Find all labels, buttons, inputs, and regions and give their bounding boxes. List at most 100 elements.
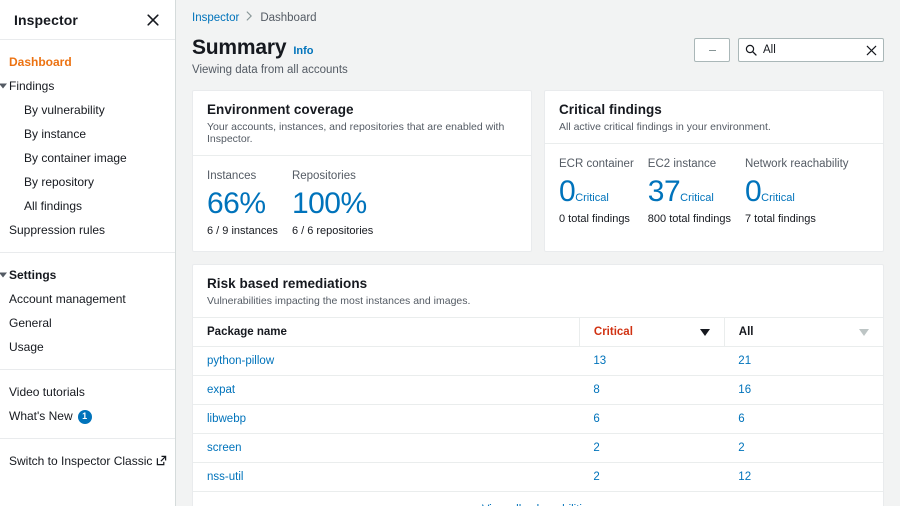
metric-value: 0 Critical xyxy=(745,175,849,210)
cell-all[interactable]: 21 xyxy=(724,346,883,377)
sidebar-nav: Dashboard Findings By vulnerability By i… xyxy=(0,40,175,506)
sidebar-item-findings[interactable]: Findings xyxy=(0,74,175,98)
column-header-all[interactable]: All xyxy=(723,318,883,348)
metric-label: EC2 instance xyxy=(647,158,717,171)
sidebar-item-video-tutorials[interactable]: Video tutorials xyxy=(0,380,175,404)
metric-footer: 6 / 9 instances xyxy=(207,225,278,238)
column-label: Critical xyxy=(593,326,633,339)
card-body: Instances 66% 6 / 9 instances Repositori… xyxy=(193,156,531,251)
sidebar-item-by-repository[interactable]: By repository xyxy=(0,170,175,194)
clear-search-icon[interactable] xyxy=(866,45,877,56)
sidebar-item-dashboard[interactable]: Dashboard xyxy=(0,50,175,74)
sort-descending-icon[interactable] xyxy=(699,328,710,336)
cell-all[interactable]: 6 xyxy=(724,404,883,435)
package-link[interactable]: expat xyxy=(207,384,235,396)
table-row: python-pillow 13 21 xyxy=(193,346,883,377)
table-row: libwebp 6 6 xyxy=(193,404,883,435)
card-critical-findings: Critical findings All active critical fi… xyxy=(544,90,884,253)
breadcrumb-item-dashboard: Dashboard xyxy=(260,11,317,24)
cell-critical[interactable]: 13 xyxy=(579,346,725,377)
minus-icon xyxy=(708,49,716,51)
cell-package-name[interactable]: expat xyxy=(193,375,580,406)
table-footer: View all vulnerabilities xyxy=(193,492,883,506)
metric-number: 0 xyxy=(559,174,576,208)
card-description: All active critical findings in your env… xyxy=(559,121,771,134)
sidebar-item-switch-to-inspector-classic[interactable]: Switch to Inspector Classic xyxy=(0,449,175,473)
cell-package-name[interactable]: python-pillow xyxy=(193,346,580,377)
breadcrumb: Inspector Dashboard xyxy=(192,0,884,24)
search-input[interactable]: All xyxy=(738,38,884,62)
package-link[interactable]: screen xyxy=(207,442,242,454)
metric-label: Network reachability xyxy=(744,158,849,171)
external-link-icon xyxy=(156,454,167,466)
metric-instances: Instances 66% 6 / 9 instances xyxy=(207,170,292,237)
column-header-critical[interactable]: Critical xyxy=(578,318,725,348)
close-icon[interactable] xyxy=(145,12,161,28)
sidebar-item-whats-new[interactable]: What's New 1 xyxy=(0,404,175,428)
cell-critical[interactable]: 8 xyxy=(579,375,725,406)
sidebar-item-by-container-image[interactable]: By container image xyxy=(0,146,175,170)
card-title: Critical findings xyxy=(559,102,662,118)
column-label: Package name xyxy=(207,326,287,339)
chevron-down-icon xyxy=(0,272,7,278)
package-link[interactable]: python-pillow xyxy=(207,355,274,367)
card-environment-coverage: Environment coverage Your accounts, inst… xyxy=(192,90,532,253)
table-body: python-pillow 13 21 expat 8 16 libwebp 6… xyxy=(193,346,883,493)
sidebar-divider-2 xyxy=(0,369,175,370)
sidebar-item-usage[interactable]: Usage xyxy=(0,335,175,359)
metric-value: 0 Critical xyxy=(559,175,634,210)
summary-cards: Environment coverage Your accounts, inst… xyxy=(192,90,884,253)
info-link[interactable]: Info xyxy=(293,45,313,57)
card-title: Environment coverage xyxy=(207,102,354,118)
cell-critical[interactable]: 2 xyxy=(579,433,725,464)
cell-all[interactable]: 16 xyxy=(724,375,883,406)
sidebar-item-by-instance[interactable]: By instance xyxy=(0,122,175,146)
main-content: Inspector Dashboard Summary Info Viewing… xyxy=(176,0,900,506)
metric-label: ECR container xyxy=(559,158,634,171)
table-row: expat 8 16 xyxy=(193,375,883,406)
page-subtitle: Viewing data from all accounts xyxy=(192,64,348,77)
table-header: Risk based remediations Vulnerabilities … xyxy=(193,265,883,319)
sidebar-item-label: Settings xyxy=(9,268,57,282)
metric-value: 100% xyxy=(292,187,373,222)
sidebar-item-settings[interactable]: Settings xyxy=(0,263,175,287)
sidebar-item-suppression-rules[interactable]: Suppression rules xyxy=(0,218,175,242)
metric-number: 37 xyxy=(647,174,681,208)
table-head: Package name Critical All xyxy=(193,318,883,348)
card-header: Critical findings All active critical fi… xyxy=(545,91,883,145)
cell-critical[interactable]: 2 xyxy=(579,462,725,493)
metric-ec2-instance: EC2 instance 37 Critical 800 total findin… xyxy=(648,158,745,225)
cell-package-name[interactable]: screen xyxy=(193,433,580,464)
sidebar-item-label: Switch to Inspector Classic xyxy=(9,454,153,468)
remediations-table: Package name Critical All python-pillow … xyxy=(193,318,883,493)
cell-package-name[interactable]: nss-util xyxy=(193,462,580,493)
table-header-row: Package name Critical All xyxy=(193,318,883,348)
metric-ecr-container: ECR container 0 Critical 0 total findings xyxy=(559,158,648,225)
metric-number: 100% xyxy=(291,186,367,220)
page-header-text: Summary Info Viewing data from all accou… xyxy=(192,36,348,76)
sidebar-item-general[interactable]: General xyxy=(0,311,175,335)
sidebar-item-by-vulnerability[interactable]: By vulnerability xyxy=(0,98,175,122)
chevron-right-icon xyxy=(246,11,253,24)
app-root: Inspector Dashboard Findings By vulnerab… xyxy=(0,0,900,506)
sidebar-header: Inspector xyxy=(0,0,175,40)
sort-descending-icon[interactable] xyxy=(859,328,869,336)
cell-all[interactable]: 12 xyxy=(724,462,883,493)
metric-footer: 7 total findings xyxy=(744,213,816,226)
sidebar-item-account-management[interactable]: Account management xyxy=(0,287,175,311)
metric-footer: 0 total findings xyxy=(559,213,630,226)
table-row: nss-util 2 12 xyxy=(193,462,883,493)
cell-all[interactable]: 2 xyxy=(724,433,883,464)
sidebar-divider-3 xyxy=(0,438,175,439)
cell-critical[interactable]: 6 xyxy=(579,404,725,435)
column-header-package-name[interactable]: Package name xyxy=(193,318,580,348)
sidebar-divider-1 xyxy=(0,252,175,253)
sidebar-title: Inspector xyxy=(14,11,78,28)
collapse-button[interactable] xyxy=(694,38,730,62)
metric-repositories: Repositories 100% 6 / 6 repositories xyxy=(292,170,387,237)
package-link[interactable]: nss-util xyxy=(207,471,243,483)
sidebar-item-all-findings[interactable]: All findings xyxy=(0,194,175,218)
cell-package-name[interactable]: libwebp xyxy=(193,404,580,435)
package-link[interactable]: libwebp xyxy=(207,413,246,425)
breadcrumb-item-inspector[interactable]: Inspector xyxy=(192,12,239,24)
